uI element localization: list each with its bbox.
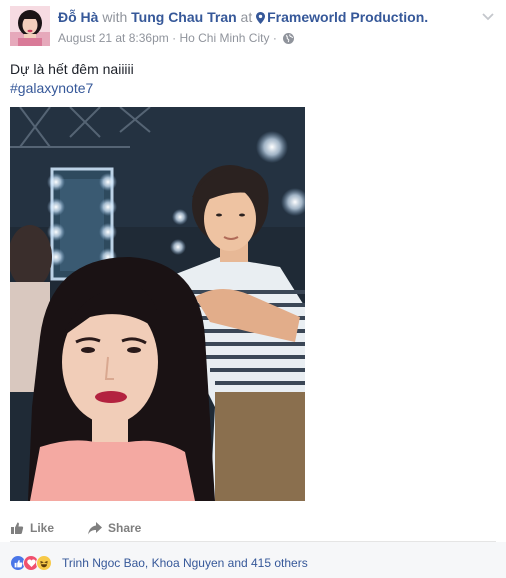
location-pin-icon [256, 12, 266, 24]
share-label: Share [108, 521, 142, 535]
author-avatar[interactable] [10, 6, 50, 46]
reactions-bar: Trinh Ngoc Bao, Khoa Nguyen and 415 othe… [0, 542, 506, 578]
meta-separator: · [272, 31, 277, 45]
like-button[interactable]: Like [10, 515, 54, 541]
reactions-summary[interactable]: Trinh Ngoc Bao, Khoa Nguyen and 415 othe… [62, 556, 308, 570]
tagged-friend-link[interactable]: Tung Chau Tran [131, 9, 237, 25]
reaction-icons[interactable] [10, 555, 52, 571]
facebook-post: Đỗ Hà with Tung Chau Tran at Frameworld … [0, 0, 506, 578]
hashtag-link[interactable]: #galaxynote7 [10, 79, 93, 98]
chevron-down-icon[interactable] [480, 8, 496, 24]
place-link[interactable]: Frameworld Production. [256, 9, 428, 25]
post-photo[interactable] [10, 107, 305, 501]
post-status-text: Dự là hết đêm naiiiii [10, 61, 134, 77]
like-label: Like [30, 521, 55, 535]
globe-icon[interactable] [283, 33, 295, 44]
post-timestamp[interactable]: August 21 at 8:36pm [58, 31, 169, 45]
at-connector: at [240, 9, 253, 25]
with-connector: with [102, 9, 128, 25]
place-name: Frameworld Production. [267, 9, 429, 25]
post-meta: August 21 at 8:36pm · Ho Chi Minh City · [58, 31, 295, 46]
post-actions: Like Share [0, 515, 506, 541]
meta-separator: · [172, 31, 177, 45]
post-header: Đỗ Hà with Tung Chau Tran at Frameworld … [58, 9, 428, 26]
share-arrow-icon [88, 521, 102, 534]
thumbs-up-icon [11, 522, 24, 534]
haha-reaction-icon [36, 555, 52, 571]
post-location[interactable]: Ho Chi Minh City [179, 31, 269, 45]
share-button[interactable]: Share [88, 515, 141, 541]
author-name[interactable]: Đỗ Hà [58, 9, 98, 25]
